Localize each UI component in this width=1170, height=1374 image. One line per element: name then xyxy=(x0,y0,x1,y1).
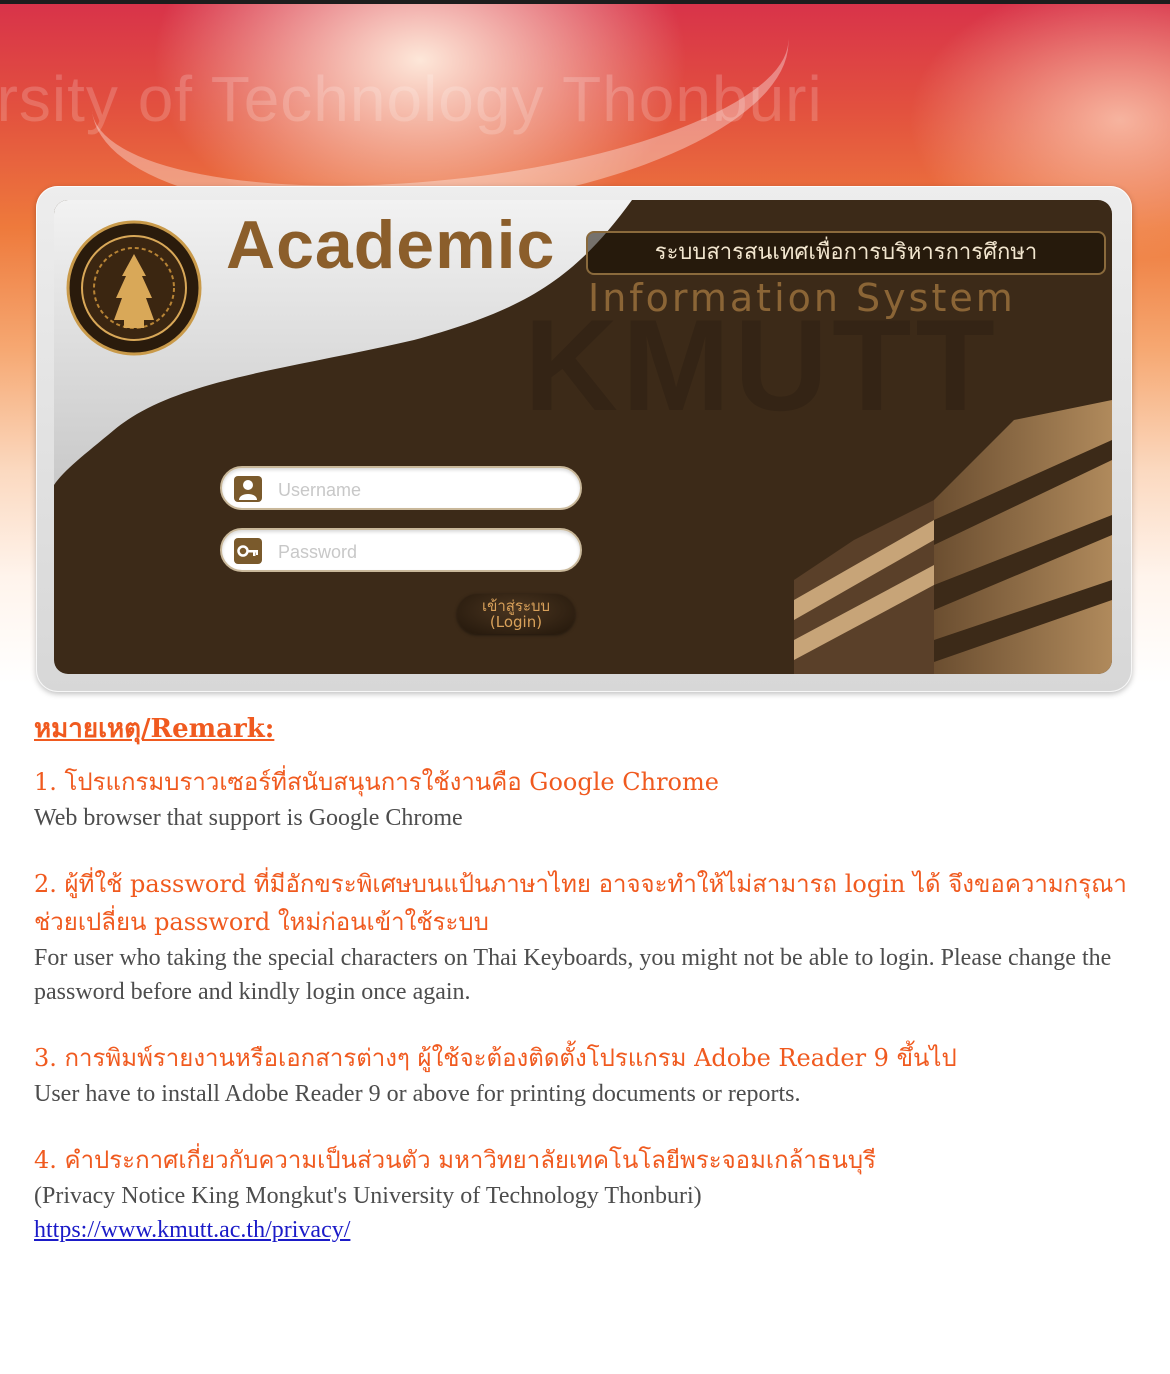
thai-title-box: ระบบสารสนเทศเพื่อการบริหารการศึกษา xyxy=(586,231,1106,275)
remark-thai-text: 1. โปรแกรมบราวเซอร์ที่สนับสนุนการใช้งานค… xyxy=(34,768,719,796)
login-button-label-english: (Login) xyxy=(489,613,543,631)
remark-item-2: 2. ผู้ที่ใช้ password ที่มีอักขระพิเศษบน… xyxy=(34,865,1144,1009)
remark-english-text: Web browser that support is Google Chrom… xyxy=(34,805,463,831)
remark-thai-text: 2. ผู้ที่ใช้ password ที่มีอักขระพิเศษบน… xyxy=(34,870,1127,936)
login-button[interactable]: เข้าสู่ระบบ (Login) xyxy=(457,594,575,634)
remark-english-text: User have to install Adobe Reader 9 or a… xyxy=(34,1081,801,1107)
remarks-section: หมายเหตุ/Remark: 1. โปรแกรมบราวเซอร์ที่ส… xyxy=(34,708,1144,1277)
remark-item-4: 4. คำประกาศเกี่ยวกับความเป็นส่วนตัว มหาว… xyxy=(34,1141,1144,1247)
username-input[interactable] xyxy=(276,474,570,506)
login-panel: KMUTT Academic ระบบสารสนเทศเพื่อการบริหา… xyxy=(54,200,1112,674)
password-field[interactable] xyxy=(220,528,582,572)
privacy-link[interactable]: https://www.kmutt.ac.th/privacy/ xyxy=(34,1217,350,1243)
password-input[interactable] xyxy=(276,536,570,568)
app-title: Academic xyxy=(226,207,556,283)
background-watermark-text: ersity of Technology Thonburi xyxy=(0,63,823,135)
remark-thai-text: 3. การพิมพ์รายงานหรือเอกสารต่างๆ ผู้ใช้จ… xyxy=(34,1044,957,1072)
university-seal-logo xyxy=(66,220,202,356)
remark-english-text: (Privacy Notice King Mongkut's Universit… xyxy=(34,1183,702,1209)
username-field[interactable] xyxy=(220,466,582,510)
remarks-heading: หมายเหตุ/Remark: xyxy=(34,714,275,744)
remark-item-1: 1. โปรแกรมบราวเซอร์ที่สนับสนุนการใช้งานค… xyxy=(34,763,1144,835)
remark-item-3: 3. การพิมพ์รายงานหรือเอกสารต่างๆ ผู้ใช้จ… xyxy=(34,1039,1144,1111)
remark-english-text: For user who taking the special characte… xyxy=(34,945,1112,1005)
login-button-label-thai: เข้าสู่ระบบ xyxy=(481,597,551,615)
user-icon xyxy=(234,476,262,502)
remark-thai-text: 4. คำประกาศเกี่ยวกับความเป็นส่วนตัว มหาว… xyxy=(34,1146,877,1174)
login-frame: KMUTT Academic ระบบสารสนเทศเพื่อการบริหา… xyxy=(36,186,1132,692)
key-icon xyxy=(234,538,262,564)
app-subtitle: Information System xyxy=(588,276,1016,320)
thai-title: ระบบสารสนเทศเพื่อการบริหารการศึกษา xyxy=(654,240,1038,265)
